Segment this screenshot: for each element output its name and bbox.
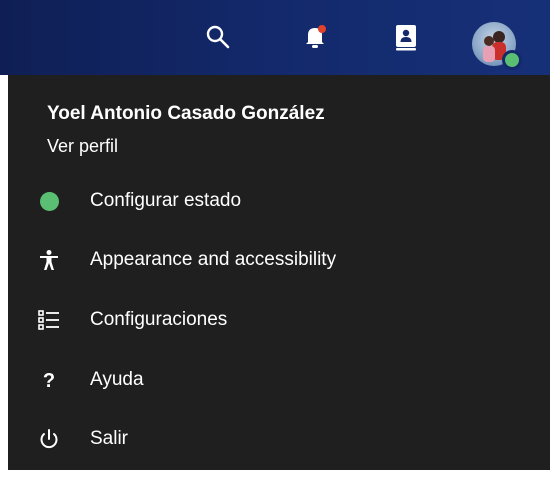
menu-item-sign-out[interactable]: Salir <box>34 419 514 459</box>
profile-menu: Yoel Antonio Casado González Ver perfil … <box>8 75 550 470</box>
svg-text:?: ? <box>43 370 55 391</box>
menu-item-label: Appearance and accessibility <box>90 249 337 270</box>
avatar[interactable] <box>472 22 522 70</box>
menu-item-settings[interactable]: Configuraciones <box>34 300 514 340</box>
settings-list-icon <box>34 305 64 335</box>
help-icon: ? <box>34 365 64 395</box>
menu-item-label: Salir <box>90 428 129 449</box>
menu-item-appearance[interactable]: Appearance and accessibility <box>34 240 514 280</box>
top-bar <box>0 0 550 75</box>
accessibility-icon <box>34 245 64 275</box>
menu-item-set-status[interactable]: Configurar estado <box>34 181 514 221</box>
notification-dot <box>318 25 326 33</box>
status-badge <box>502 50 522 70</box>
bell-icon[interactable] <box>300 22 330 52</box>
menu-item-help[interactable]: ? Ayuda <box>34 360 514 400</box>
status-dot-icon <box>34 186 64 216</box>
search-icon[interactable] <box>203 22 233 52</box>
contact-card-icon[interactable] <box>391 22 421 52</box>
view-profile-link[interactable]: Ver perfil <box>47 136 118 157</box>
menu-item-label: Ayuda <box>90 369 144 390</box>
power-icon <box>34 424 64 454</box>
menu-item-label: Configurar estado <box>90 190 242 211</box>
menu-item-label: Configuraciones <box>90 309 228 330</box>
user-name: Yoel Antonio Casado González <box>47 103 325 124</box>
